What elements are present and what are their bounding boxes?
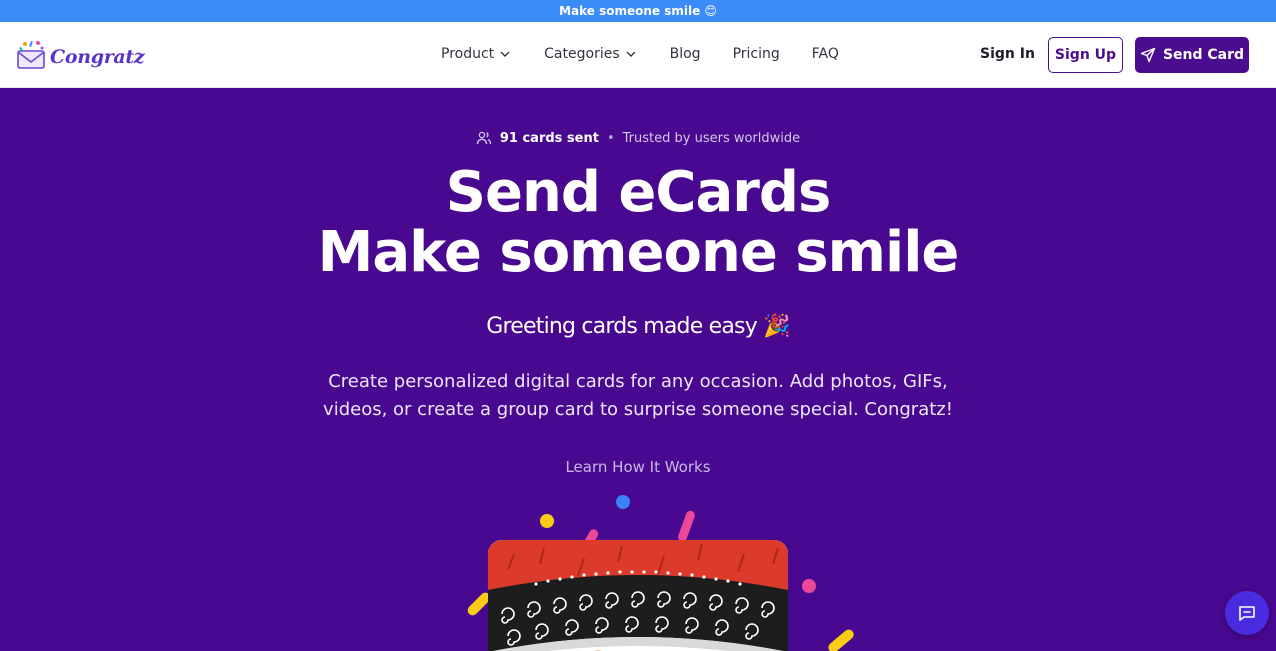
chevron-down-icon <box>500 51 510 57</box>
nav-item-pricing[interactable]: Pricing <box>733 46 780 62</box>
hero-tagline: Greeting cards made easy 🎉 <box>486 314 790 339</box>
ecard-preview-image <box>488 540 788 651</box>
chevron-down-icon <box>626 51 635 57</box>
send-card-button[interactable]: Send Card <box>1135 37 1249 73</box>
sign-up-button[interactable]: Sign Up <box>1048 37 1123 73</box>
nav-item-label: Categories <box>544 46 620 62</box>
cards-sent-count: 91 cards sent <box>499 130 599 146</box>
announcement-text: Make someone smile 😊 <box>559 4 717 18</box>
card-pattern-graphic <box>488 540 788 651</box>
brand-name: Congratz <box>50 46 145 68</box>
chat-widget-button[interactable] <box>1225 591 1269 635</box>
announcement-bar: Make someone smile 😊 <box>0 0 1276 22</box>
headline-line-1: Send eCards <box>445 160 832 225</box>
nav-item-product[interactable]: Product <box>441 46 510 62</box>
paper-plane-icon <box>1140 47 1156 63</box>
top-navbar: Congratz Product Categories Blog Pricing… <box>0 22 1276 88</box>
brand-logo[interactable]: Congratz <box>16 39 145 75</box>
envelope-confetti-icon <box>16 39 48 75</box>
headline-line-2: Make someone smile <box>317 220 960 285</box>
nav-item-label: Pricing <box>732 46 780 62</box>
nav-item-blog[interactable]: Blog <box>670 46 701 62</box>
stats-separator: • <box>606 130 615 146</box>
nav-item-faq[interactable]: FAQ <box>812 46 839 62</box>
hero-stats: 91 cards sent • Trusted by users worldwi… <box>0 130 1276 146</box>
users-icon <box>476 131 492 145</box>
hero-description: Create personalized digital cards for an… <box>323 371 953 420</box>
send-card-label: Send Card <box>1162 47 1245 63</box>
nav-item-label: FAQ <box>811 46 839 62</box>
sign-in-link[interactable]: Sign In <box>980 46 1035 62</box>
nav-item-label: Product <box>441 46 495 62</box>
trusted-text: Trusted by users worldwide <box>622 130 801 146</box>
learn-how-it-works-link[interactable]: Learn How It Works <box>0 458 1276 476</box>
nav-item-label: Blog <box>669 46 701 62</box>
hero-section: 91 cards sent • Trusted by users worldwi… <box>0 88 1276 651</box>
main-nav: Product Categories Blog Pricing FAQ <box>441 46 839 62</box>
hero-headline: Send eCards Make someone smile <box>0 163 1276 283</box>
chat-bubble-icon <box>1239 606 1255 621</box>
nav-item-categories[interactable]: Categories <box>544 46 635 62</box>
